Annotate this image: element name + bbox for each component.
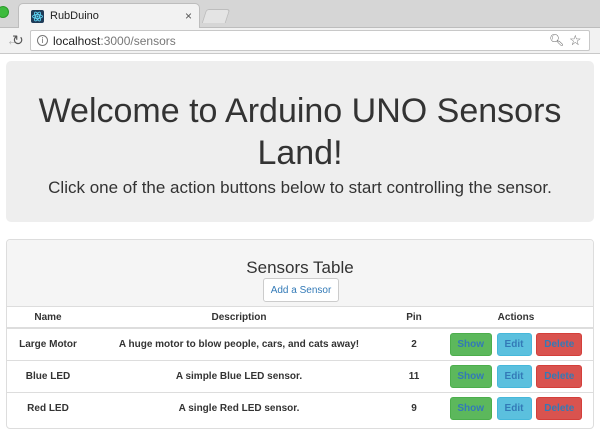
browser-tab-bar: RubDuino × (0, 0, 600, 29)
cell-actions: Show Edit Delete (439, 359, 593, 392)
delete-button[interactable]: Delete (536, 332, 583, 356)
close-tab-icon[interactable]: × (185, 9, 192, 23)
cell-pin: 2 (389, 327, 439, 360)
cell-name: Red LED (7, 391, 89, 424)
zoom-icon[interactable]: 🔍︎ (549, 33, 564, 47)
show-button[interactable]: Show (449, 332, 492, 356)
cell-name: Large Motor (7, 327, 89, 360)
address-bar[interactable]: i localhost:3000/sensors 🔍︎ ☆ (30, 30, 590, 51)
show-button[interactable]: Show (449, 396, 492, 420)
url-host: localhost (53, 34, 101, 48)
header-name: Name (7, 307, 89, 329)
browser-tab[interactable]: RubDuino × (18, 3, 200, 29)
panel-title: Sensors Table (246, 258, 354, 277)
page-title: Welcome to Arduino UNO Sensors Land! (38, 92, 562, 172)
cell-name: Blue LED (7, 359, 89, 392)
cell-description: A single Red LED sensor. (89, 391, 389, 424)
info-icon[interactable]: i (37, 35, 48, 46)
bookmark-star-icon[interactable]: ☆ (569, 32, 582, 49)
sensors-panel: Sensors Table Add a Sensor Name Descript… (6, 239, 594, 429)
browser-toolbar: ← ↻ i localhost:3000/sensors 🔍︎ ☆ (0, 28, 600, 54)
show-button[interactable]: Show (449, 364, 492, 388)
sensors-table: Name Description Pin Actions Large Motor… (7, 307, 593, 424)
cell-actions: Show Edit Delete (439, 327, 593, 360)
panel-heading: Sensors Table Add a Sensor (7, 240, 593, 307)
cell-description: A simple Blue LED sensor. (89, 359, 389, 392)
page-subtitle: Click one of the action buttons below to… (48, 178, 552, 197)
table-row: Large Motor A huge motor to blow people,… (7, 327, 593, 360)
header-actions: Actions (439, 307, 593, 329)
tab-title: RubDuino (50, 10, 99, 22)
cell-pin: 11 (389, 359, 439, 392)
edit-button[interactable]: Edit (496, 332, 532, 356)
edit-button[interactable]: Edit (496, 396, 532, 420)
header-description: Description (89, 307, 389, 329)
table-row: Blue LED A simple Blue LED sensor. 11 Sh… (7, 359, 593, 392)
table-row: Red LED A single Red LED sensor. 9 Show … (7, 391, 593, 424)
cell-actions: Show Edit Delete (439, 391, 593, 424)
react-logo-icon (31, 10, 44, 23)
new-tab-button[interactable] (201, 9, 231, 23)
edit-button[interactable]: Edit (496, 364, 532, 388)
add-sensor-button[interactable]: Add a Sensor (263, 278, 339, 302)
url-path: :3000/sensors (100, 34, 176, 48)
table-header-row: Name Description Pin Actions (7, 307, 593, 329)
reload-icon[interactable]: ↻ (12, 32, 24, 48)
cell-pin: 9 (389, 391, 439, 424)
cell-description: A huge motor to blow people, cars, and c… (89, 327, 389, 360)
jumbotron: Welcome to Arduino UNO Sensors Land! Cli… (6, 61, 594, 222)
header-pin: Pin (389, 307, 439, 329)
window-zoom-button[interactable] (0, 6, 9, 18)
delete-button[interactable]: Delete (536, 396, 583, 420)
delete-button[interactable]: Delete (536, 364, 583, 388)
url-text: localhost:3000/sensors (53, 34, 176, 48)
